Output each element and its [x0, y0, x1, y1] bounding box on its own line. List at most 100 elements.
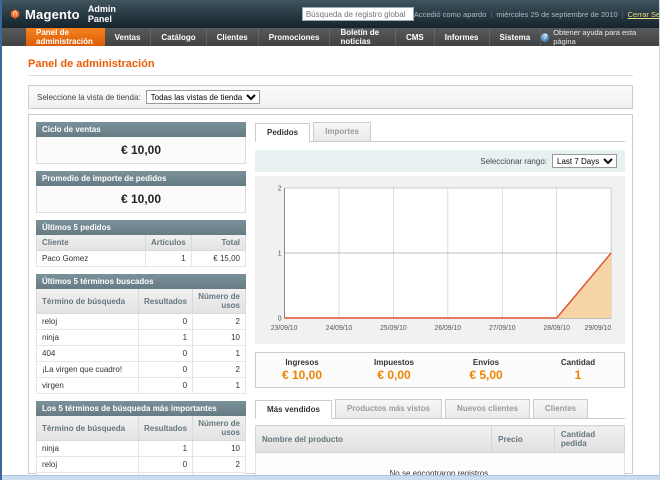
stat-value: € 10,00 [256, 368, 348, 382]
x-tick-label: 29/09/10 [585, 325, 612, 332]
table-cell: 0 [139, 457, 193, 473]
tab-pedidos[interactable]: Pedidos [255, 123, 310, 142]
stat-label: Impuestos [348, 358, 440, 367]
help-link[interactable]: ? Obtener ayuda para esta página [541, 28, 659, 46]
column-header: Término de búsqueda [37, 416, 139, 441]
top-search-terms-table: Término de búsquedaResultadosNúmero de u… [36, 416, 246, 480]
dashboard-panel: Ciclo de ventas € 10,00 Promedio de impo… [28, 114, 633, 474]
tab-importes[interactable]: Importes [313, 122, 371, 141]
y-tick-label: 0 [278, 315, 282, 322]
app-header: Magento Admin Panel Accedió como apardo … [2, 0, 659, 28]
stat-label: Ingresos [256, 358, 348, 367]
table-cell: 2 [193, 457, 246, 473]
x-tick-label: 28/09/10 [543, 325, 570, 332]
table-row[interactable]: ninja110 [37, 441, 246, 457]
nav-item-sistema[interactable]: Sistema [490, 28, 542, 46]
x-tick-label: 26/09/10 [435, 325, 462, 332]
header-meta: Accedió como apardo | miércoles 29 de se… [414, 10, 660, 19]
nav-item-panel-de-administraci-n[interactable]: Panel de administración [26, 28, 105, 46]
column-header: Cantidad pedida [554, 426, 624, 453]
table-cell: 0 [139, 362, 193, 378]
table-cell: 404 [37, 346, 139, 362]
nav-item-bolet-n-de-noticias[interactable]: Boletín de noticias [330, 28, 396, 46]
stat-envíos: Envíos€ 5,00 [440, 358, 532, 382]
table-row[interactable]: 40401 [37, 346, 246, 362]
table-cell: Paco Gomez [37, 251, 146, 267]
bestsellers-table: Nombre del productoPrecioCantidad pedida… [255, 425, 625, 480]
nav-item-promociones[interactable]: Promociones [259, 28, 331, 46]
avg-order-widget: Promedio de importe de pedidos € 10,00 [36, 171, 246, 213]
brand-suffix: Admin Panel [88, 4, 122, 24]
widget-title: Últimos 5 pedidos [36, 220, 246, 235]
help-label: Obtener ayuda para esta página [553, 28, 649, 46]
range-selector-bar: Seleccionar rango: Last 7 Days [255, 150, 625, 172]
x-tick-label: 25/09/10 [380, 325, 407, 332]
table-cell: 1 [193, 378, 246, 394]
global-search-input[interactable] [302, 7, 414, 21]
table-cell: ¡La virgen que cuadro! [37, 362, 139, 378]
table-cell: virgen [37, 378, 139, 394]
widget-title: Ciclo de ventas [36, 122, 246, 137]
stat-impuestos: Impuestos€ 0,00 [348, 358, 440, 382]
orders-area-chart: 01223/09/1024/09/1025/09/1026/09/1027/09… [263, 182, 617, 340]
column-header: Término de búsqueda [37, 289, 139, 314]
column-header: Precio [492, 426, 555, 453]
last-orders-widget: Últimos 5 pedidos ClienteArtículosTotalP… [36, 220, 246, 267]
tab-clientes[interactable]: Clientes [533, 399, 588, 418]
nav-item-cat-logo[interactable]: Catálogo [151, 28, 206, 46]
logout-link[interactable]: Cerrar Sesión [628, 10, 660, 19]
store-view-bar: Seleccione la vista de tienda: Todas las… [28, 85, 633, 109]
page-title: Panel de administración [28, 54, 633, 76]
column-header: Artículos [145, 235, 191, 251]
tab-m-s-vendidos[interactable]: Más vendidos [255, 400, 332, 419]
sales-cycle-widget: Ciclo de ventas € 10,00 [36, 122, 246, 164]
table-row[interactable]: reloj02 [37, 457, 246, 473]
orders-chart: 01223/09/1024/09/1025/09/1026/09/1027/09… [255, 176, 625, 344]
totals-bar: Ingresos€ 10,00Impuestos€ 0,00Envíos€ 5,… [255, 352, 625, 388]
stat-ingresos: Ingresos€ 10,00 [256, 358, 348, 382]
nav-item-cms[interactable]: CMS [396, 28, 435, 46]
table-row[interactable]: Paco Gomez1€ 15,00 [37, 251, 246, 267]
table-cell: ninja [37, 441, 139, 457]
last-search-terms-table: Término de búsquedaResultadosNúmero de u… [36, 289, 246, 394]
stat-label: Cantidad [532, 358, 624, 367]
chart-tabs: PedidosImportes [255, 122, 625, 142]
x-tick-label: 23/09/10 [271, 325, 298, 332]
table-cell: ninja [37, 330, 139, 346]
table-cell: 1 [145, 251, 191, 267]
column-header: Resultados [139, 289, 193, 314]
bottom-tabs: Más vendidosProductos más vistosNuevos c… [255, 399, 625, 419]
stat-label: Envíos [440, 358, 532, 367]
column-header: Número de usos [193, 289, 246, 314]
logged-in-as: Accedió como apardo [414, 10, 487, 19]
table-row[interactable]: reloj02 [37, 314, 246, 330]
tab-nuevos-clientes[interactable]: Nuevos clientes [445, 399, 530, 418]
tab-productos-m-s-vistos[interactable]: Productos más vistos [335, 399, 442, 418]
table-cell: reloj [37, 314, 139, 330]
table-cell: 1 [139, 330, 193, 346]
magento-logo-icon [10, 6, 20, 22]
current-date: miércoles 29 de septiembre de 2010 [496, 10, 617, 19]
stat-value: 1 [532, 368, 624, 382]
table-row[interactable]: ¡La virgen que cuadro!02 [37, 362, 246, 378]
widget-title: Promedio de importe de pedidos [36, 171, 246, 186]
meta-separator: | [490, 10, 492, 19]
range-label: Seleccionar rango: [480, 157, 547, 166]
table-row[interactable]: ninja110 [37, 330, 246, 346]
store-view-select[interactable]: Todas las vistas de tienda [146, 90, 260, 104]
table-cell: 0 [139, 346, 193, 362]
table-cell: 0 [139, 314, 193, 330]
range-select[interactable]: Last 7 Days [552, 154, 617, 168]
magento-logo[interactable]: Magento Admin Panel [10, 4, 122, 24]
table-row[interactable]: virgen01 [37, 378, 246, 394]
nav-item-informes[interactable]: Informes [435, 28, 490, 46]
column-header: Nombre del producto [256, 426, 492, 453]
brand-name: Magento [25, 7, 80, 22]
column-header: Resultados [139, 416, 193, 441]
dashboard-left-column: Ciclo de ventas € 10,00 Promedio de impo… [36, 122, 246, 466]
table-cell: 1 [193, 346, 246, 362]
table-cell: 2 [193, 362, 246, 378]
last-search-terms-widget: Últimos 5 términos buscados Término de b… [36, 274, 246, 394]
nav-item-clientes[interactable]: Clientes [207, 28, 259, 46]
nav-item-ventas[interactable]: Ventas [105, 28, 152, 46]
